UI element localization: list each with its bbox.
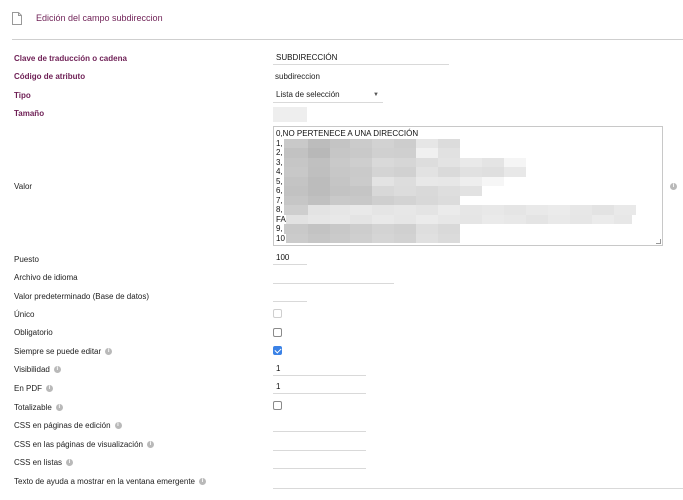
codigo-label: Código de atributo bbox=[14, 72, 86, 81]
css-edicion-row: CSS en páginas de edición i bbox=[14, 421, 122, 430]
visibilidad-label: Visibilidad bbox=[14, 365, 50, 374]
css-visualizacion-row: CSS en las páginas de visualización i bbox=[14, 440, 154, 449]
tamano-input[interactable] bbox=[273, 107, 307, 122]
redacted-text bbox=[284, 195, 460, 205]
obligatorio-label: Obligatorio bbox=[14, 328, 53, 337]
css-visualizacion-input[interactable] bbox=[273, 438, 366, 451]
redacted-text bbox=[286, 214, 632, 224]
dropdown-arrow-icon: ▼ bbox=[373, 92, 379, 98]
redacted-text bbox=[284, 157, 526, 167]
valor-line: 9, bbox=[276, 224, 660, 234]
texto-ayuda-label: Texto de ayuda a mostrar en la ventana e… bbox=[14, 477, 195, 486]
resize-handle[interactable] bbox=[656, 239, 661, 244]
redacted-text bbox=[284, 148, 460, 158]
puesto-input[interactable]: 100 bbox=[273, 252, 307, 265]
codigo-value: subdireccion bbox=[275, 72, 320, 81]
puesto-label: Puesto bbox=[14, 255, 39, 264]
valor-line: 8, bbox=[276, 205, 660, 215]
info-icon[interactable]: i bbox=[53, 366, 61, 373]
siempre-editar-row: Siempre se puede editar i bbox=[14, 347, 113, 356]
css-listas-input[interactable] bbox=[273, 456, 366, 469]
valor-info-icon[interactable]: i bbox=[670, 183, 677, 190]
page-title: Edición del campo subdireccion bbox=[36, 13, 163, 23]
valor-line: 3, bbox=[276, 157, 660, 167]
valor-predeterminado-input[interactable] bbox=[273, 289, 307, 302]
valor-line: 7, bbox=[276, 195, 660, 205]
info-icon[interactable]: i bbox=[146, 441, 154, 448]
redacted-text bbox=[284, 205, 636, 215]
valor-label: Valor bbox=[14, 182, 33, 191]
redacted-text bbox=[284, 176, 504, 186]
info-icon[interactable]: i bbox=[46, 385, 54, 392]
info-icon[interactable]: i bbox=[55, 404, 63, 411]
valor-line: 1, bbox=[276, 138, 660, 148]
document-icon bbox=[12, 11, 22, 25]
info-icon[interactable]: i bbox=[199, 478, 206, 485]
info-icon[interactable]: i bbox=[66, 459, 74, 466]
redacted-text bbox=[284, 167, 526, 177]
valor-line: 0,NO PERTENECE A UNA DIRECCIÓN bbox=[276, 129, 419, 138]
redacted-text bbox=[284, 224, 460, 234]
valor-line: FA bbox=[276, 214, 660, 224]
unico-label: Único bbox=[14, 310, 35, 319]
redacted-text bbox=[284, 186, 482, 196]
redacted-text bbox=[286, 233, 460, 243]
archivo-idioma-input[interactable] bbox=[273, 271, 394, 284]
valor-line: 5, bbox=[276, 176, 660, 186]
visibilidad-input[interactable]: 1 bbox=[273, 363, 366, 376]
totalizable-label: Totalizable bbox=[14, 403, 52, 412]
valor-line: 4, bbox=[276, 167, 660, 177]
archivo-idioma-label: Archivo de idioma bbox=[14, 273, 78, 282]
redacted-text bbox=[284, 138, 460, 148]
header-divider bbox=[12, 39, 683, 40]
info-icon[interactable]: i bbox=[105, 348, 113, 355]
css-listas-row: CSS en listas i bbox=[14, 458, 74, 467]
tipo-select-value: Lista de selección bbox=[276, 90, 340, 99]
css-listas-label: CSS en listas bbox=[14, 458, 63, 467]
valor-line: 2, bbox=[276, 148, 660, 158]
obligatorio-checkbox[interactable] bbox=[273, 328, 282, 337]
en-pdf-input[interactable]: 1 bbox=[273, 381, 366, 394]
en-pdf-row: En PDF i bbox=[14, 384, 54, 393]
totalizable-row: Totalizable i bbox=[14, 403, 63, 412]
valor-predeterminado-label: Valor predeterminado (Base de datos) bbox=[14, 292, 150, 301]
unico-checkbox[interactable] bbox=[273, 309, 282, 318]
en-pdf-label: En PDF bbox=[14, 384, 43, 393]
tipo-select[interactable]: Lista de selección ▼ bbox=[273, 88, 383, 103]
visibilidad-row: Visibilidad i bbox=[14, 365, 61, 374]
valor-line: 10 bbox=[276, 233, 660, 243]
clave-label: Clave de traducción o cadena bbox=[14, 54, 127, 63]
texto-ayuda-input[interactable] bbox=[273, 488, 683, 489]
valor-textarea[interactable]: 0,NO PERTENECE A UNA DIRECCIÓN 1, 2, 3, … bbox=[273, 126, 663, 246]
siempre-editar-checkbox[interactable] bbox=[273, 346, 282, 355]
tipo-label: Tipo bbox=[14, 91, 31, 100]
css-edicion-label: CSS en páginas de edición bbox=[14, 421, 111, 430]
info-icon[interactable]: i bbox=[114, 422, 122, 429]
texto-ayuda-row: Texto de ayuda a mostrar en la ventana e… bbox=[14, 477, 206, 486]
valor-line: 6, bbox=[276, 186, 660, 196]
tamano-label: Tamaño bbox=[14, 109, 45, 118]
siempre-editar-label: Siempre se puede editar bbox=[14, 347, 102, 356]
page-header: Edición del campo subdireccion bbox=[12, 8, 163, 28]
css-edicion-input[interactable] bbox=[273, 419, 366, 432]
totalizable-checkbox[interactable] bbox=[273, 401, 282, 410]
css-visualizacion-label: CSS en las páginas de visualización bbox=[14, 440, 143, 449]
clave-input[interactable]: SUBDIRECCIÓN bbox=[273, 52, 449, 65]
